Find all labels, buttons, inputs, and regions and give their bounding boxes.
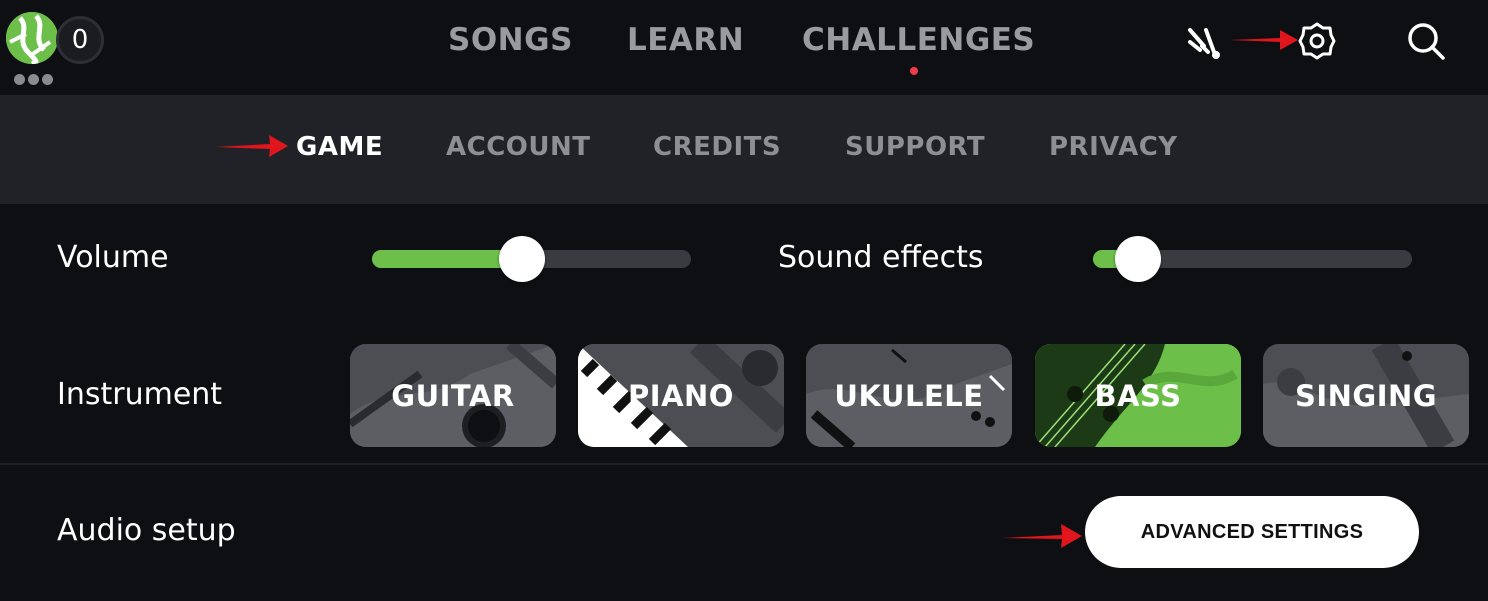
tab-account[interactable]: ACCOUNT [446,132,591,162]
annotation-arrow-icon [1230,30,1298,50]
section-divider [0,463,1488,465]
top-bar: 0 SONGS LEARN CHALLENGES [0,0,1488,95]
sound-effects-slider-knob[interactable] [1114,236,1161,282]
instrument-guitar-card[interactable]: GUITAR [350,344,556,447]
volume-slider-knob[interactable] [498,236,545,282]
nav-learn[interactable]: LEARN [627,22,744,58]
notification-dot [910,67,918,75]
sound-effects-label: Sound effects [778,240,984,275]
settings-tab-bar: GAME ACCOUNT CREDITS SUPPORT PRIVACY [0,95,1488,204]
search-icon[interactable] [1405,20,1447,62]
instrument-bass-label: BASS [1094,378,1182,413]
tab-support[interactable]: SUPPORT [845,132,985,162]
tab-game[interactable]: GAME [296,132,383,162]
tab-credits[interactable]: CREDITS [653,132,781,162]
annotation-arrow-icon [216,135,288,157]
advanced-settings-button[interactable]: ADVANCED SETTINGS [1085,496,1419,568]
audio-setup-label: Audio setup [57,513,236,548]
nav-songs[interactable]: SONGS [448,22,573,58]
instrument-label: Instrument [57,377,223,412]
instrument-piano-label: PIANO [628,378,734,413]
instrument-singing-card[interactable]: SINGING [1263,344,1469,447]
instrument-ukulele-card[interactable]: UKULELE [806,344,1012,447]
instrument-piano-card[interactable]: PIANO [578,344,784,447]
annotation-arrow-icon [1002,524,1082,548]
instrument-singing-label: SINGING [1294,378,1438,413]
tuner-icon[interactable] [1186,24,1228,62]
more-dots-icon[interactable] [14,74,53,85]
volume-slider[interactable] [372,236,691,282]
nav-challenges[interactable]: CHALLENGES [802,22,1035,58]
tab-privacy[interactable]: PRIVACY [1049,132,1178,162]
settings-gear-icon[interactable] [1298,22,1336,60]
volume-label: Volume [57,240,169,275]
instrument-bass-card[interactable]: BASS [1035,344,1241,447]
instrument-ukulele-label: UKULELE [834,378,984,413]
sound-effects-slider[interactable] [1093,236,1412,282]
instrument-guitar-label: GUITAR [391,378,515,413]
